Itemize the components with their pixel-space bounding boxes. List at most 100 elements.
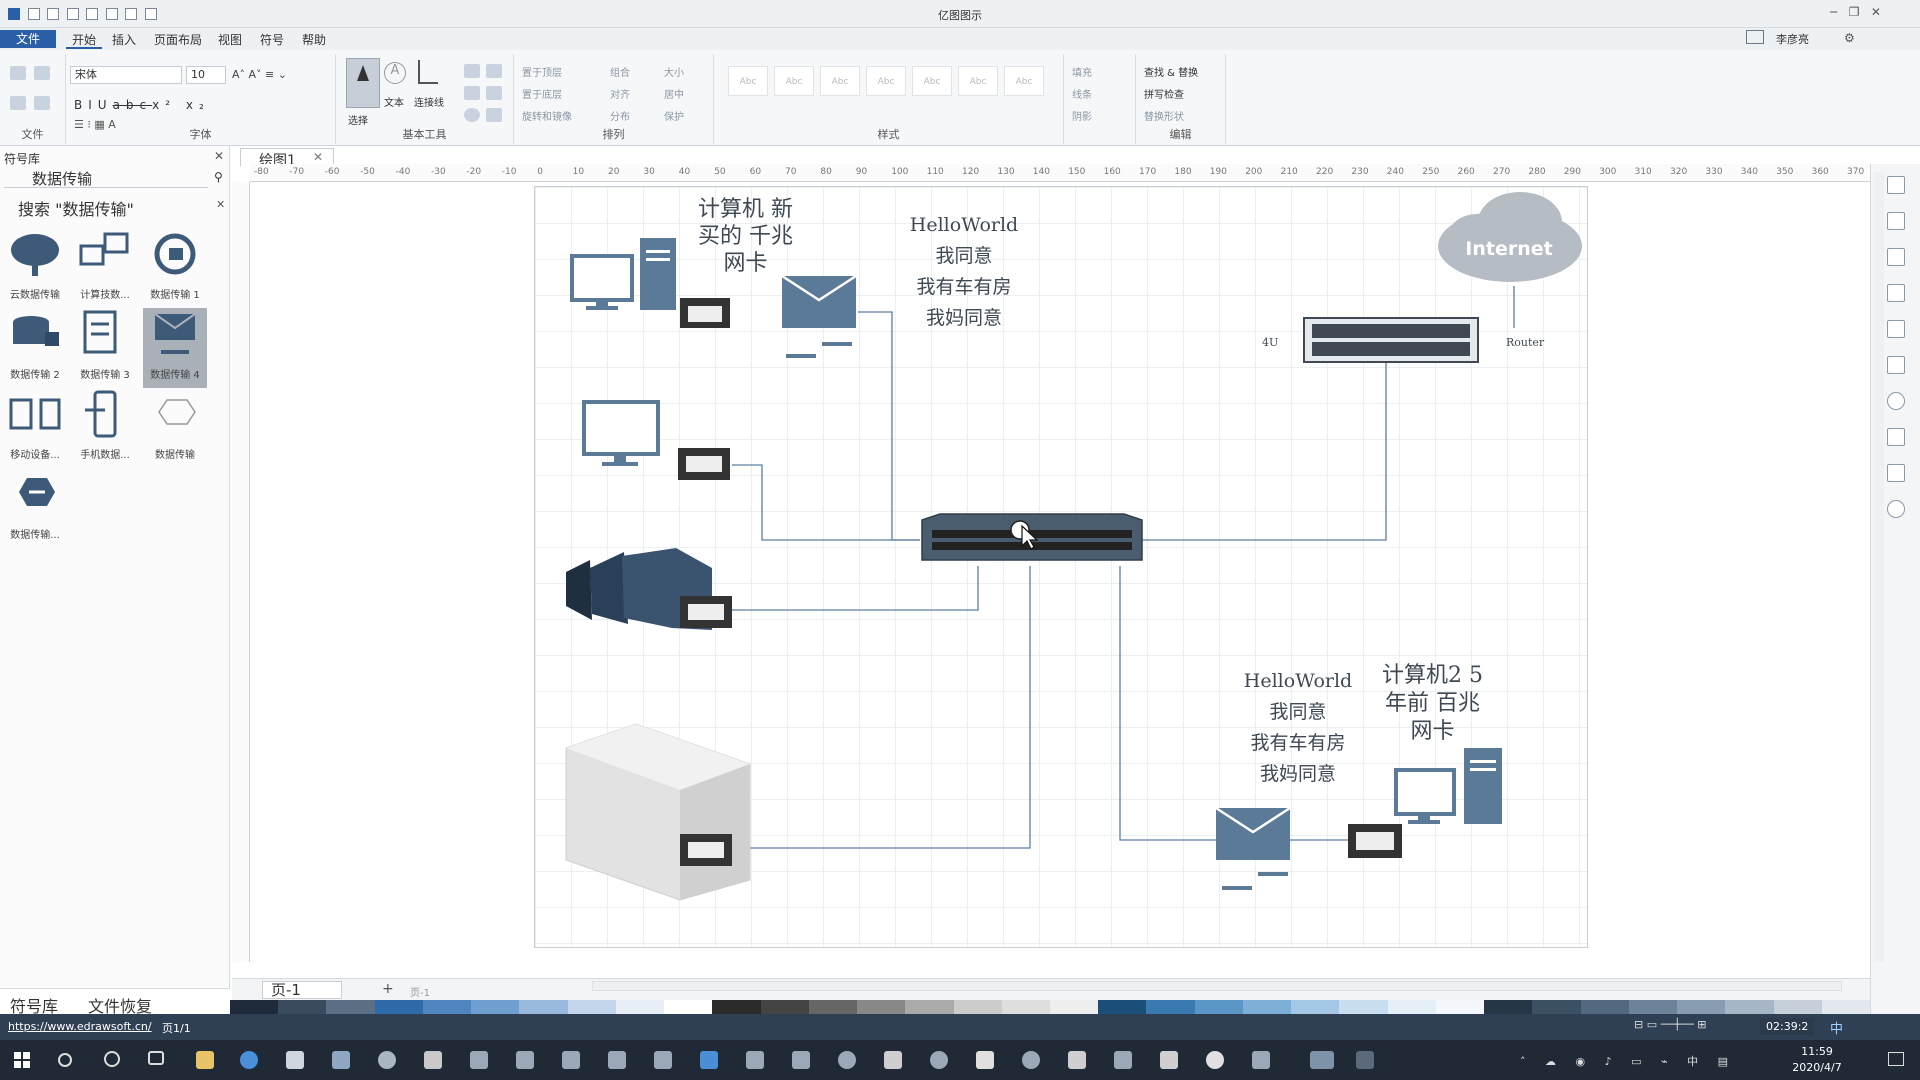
message-1[interactable]: HelloWorld 我同意 我有车有房 我妈同意 xyxy=(900,210,1028,334)
cortana-icon[interactable] xyxy=(104,1051,120,1067)
page-tab[interactable]: 页-1 xyxy=(262,981,342,999)
document-panel-icon[interactable] xyxy=(1887,428,1905,446)
app-icon[interactable] xyxy=(746,1051,764,1069)
app-icon[interactable] xyxy=(1068,1051,1086,1069)
palette-swatch[interactable] xyxy=(1001,1000,1050,1014)
network-card-3[interactable] xyxy=(680,596,732,628)
app-icon[interactable] xyxy=(1022,1051,1040,1069)
palette-swatch[interactable] xyxy=(712,1000,761,1014)
network-card-1[interactable] xyxy=(680,298,730,328)
connector-lines[interactable] xyxy=(732,286,1515,849)
intellij-icon[interactable] xyxy=(516,1051,534,1069)
globe-icon[interactable] xyxy=(1887,392,1905,410)
palette-swatch[interactable] xyxy=(664,1000,713,1014)
palette-swatch[interactable] xyxy=(953,1000,1002,1014)
onenote-icon[interactable] xyxy=(976,1051,994,1069)
palette-swatch[interactable] xyxy=(1291,1000,1340,1014)
app-icon[interactable] xyxy=(1252,1051,1270,1069)
app-icon[interactable] xyxy=(838,1051,856,1069)
app-icon[interactable] xyxy=(378,1051,396,1069)
terminal-icon[interactable] xyxy=(1356,1051,1374,1069)
clock-time[interactable]: 11:59 xyxy=(1782,1045,1852,1058)
line-panel-icon[interactable] xyxy=(1887,212,1905,230)
palette-swatch[interactable] xyxy=(1387,1000,1436,1014)
envelope-2[interactable] xyxy=(1215,806,1291,890)
mail-icon[interactable] xyxy=(332,1051,350,1069)
palette-swatch[interactable] xyxy=(1628,1000,1678,1014)
palette-swatch[interactable] xyxy=(1484,1000,1533,1014)
pc2-caption[interactable]: 计算机2 5 年前 百兆 网卡 xyxy=(1382,662,1483,746)
search-icon[interactable] xyxy=(58,1053,72,1067)
computer-2[interactable] xyxy=(1394,748,1502,824)
palette-swatch[interactable] xyxy=(1821,1000,1870,1014)
excel-icon[interactable] xyxy=(1114,1051,1132,1069)
monitor-2[interactable] xyxy=(582,400,660,466)
clock-date[interactable]: 2020/4/7 xyxy=(1782,1061,1852,1074)
windows-start-icon[interactable] xyxy=(14,1052,30,1068)
palette-swatch[interactable] xyxy=(374,1000,423,1014)
palette-swatch[interactable] xyxy=(1146,1000,1195,1014)
palette-swatch[interactable] xyxy=(808,1000,858,1014)
vertical-scrollbar[interactable] xyxy=(1874,172,1884,962)
message-2[interactable]: HelloWorld 我同意 我有车有房 我妈同意 xyxy=(1234,666,1362,790)
ime-indicator[interactable]: 中 xyxy=(1830,1018,1843,1037)
page-panel-icon[interactable] xyxy=(1887,356,1905,374)
palette-swatch[interactable] xyxy=(1580,1000,1629,1014)
goland-icon[interactable] xyxy=(562,1051,580,1069)
palette-swatch[interactable] xyxy=(1098,1000,1147,1014)
internet-cloud[interactable] xyxy=(1438,192,1582,282)
palette-swatch[interactable] xyxy=(230,1000,279,1014)
palette-swatch[interactable] xyxy=(1435,1000,1485,1014)
palette-swatch[interactable] xyxy=(1677,1000,1726,1014)
pycharm-icon[interactable] xyxy=(608,1051,626,1069)
network-card-5[interactable] xyxy=(1348,824,1402,858)
palette-swatch[interactable] xyxy=(1242,1000,1292,1014)
horizontal-scrollbar[interactable] xyxy=(592,981,1842,991)
palette-swatch[interactable] xyxy=(278,1000,327,1014)
network-card-2[interactable] xyxy=(678,448,730,480)
palette-swatch[interactable] xyxy=(760,1000,809,1014)
app-icon[interactable] xyxy=(1206,1051,1224,1069)
palette-swatch[interactable] xyxy=(1725,1000,1774,1014)
palette-swatch[interactable] xyxy=(1194,1000,1243,1014)
palette-swatch[interactable] xyxy=(905,1000,954,1014)
system-tray[interactable]: ˄ ☁ ◉ ♪ ▭ ⌁ 中 ▤ xyxy=(1520,1053,1736,1069)
help-icon[interactable] xyxy=(1887,500,1905,518)
router-rack[interactable] xyxy=(1303,317,1479,363)
fill-panel-icon[interactable] xyxy=(1887,176,1905,194)
envelope-1[interactable] xyxy=(781,274,857,358)
comment-icon[interactable] xyxy=(1887,464,1905,482)
app-icon[interactable] xyxy=(884,1051,902,1069)
palette-swatch[interactable] xyxy=(1532,1000,1581,1014)
store-icon[interactable] xyxy=(286,1051,304,1069)
computer-1[interactable] xyxy=(570,238,676,310)
palette-swatch[interactable] xyxy=(1049,1000,1099,1014)
app-icon[interactable] xyxy=(930,1051,948,1069)
task-view-icon[interactable] xyxy=(148,1051,164,1065)
storage-chassis[interactable] xyxy=(565,723,751,901)
shadow-panel-icon[interactable] xyxy=(1887,248,1905,266)
palette-swatch[interactable] xyxy=(519,1000,568,1014)
website-link[interactable]: https://www.edrawsoft.cn/ xyxy=(8,1020,152,1033)
datagrip-icon[interactable] xyxy=(470,1051,488,1069)
zoom-slider[interactable]: ⊟ ▭ ──┼── ⊞ xyxy=(1634,1018,1734,1034)
app-icon[interactable] xyxy=(1160,1051,1178,1069)
palette-swatch[interactable] xyxy=(1773,1000,1822,1014)
vscode-icon[interactable] xyxy=(700,1051,718,1069)
palette-swatch[interactable] xyxy=(857,1000,906,1014)
photoshop-icon[interactable] xyxy=(654,1051,672,1069)
wechat-icon[interactable] xyxy=(1310,1051,1334,1069)
palette-swatch[interactable] xyxy=(615,1000,665,1014)
add-page-icon[interactable]: + xyxy=(382,981,394,997)
network-card-4[interactable] xyxy=(680,834,732,866)
file-explorer-icon[interactable] xyxy=(196,1051,214,1069)
notification-icon[interactable] xyxy=(1888,1052,1904,1066)
color-palette[interactable] xyxy=(230,1000,1870,1014)
app-icon[interactable] xyxy=(792,1051,810,1069)
palette-swatch[interactable] xyxy=(1339,1000,1388,1014)
palette-swatch[interactable] xyxy=(326,1000,375,1014)
palette-swatch[interactable] xyxy=(471,1000,520,1014)
app-icon[interactable] xyxy=(424,1051,442,1069)
palette-swatch[interactable] xyxy=(567,1000,616,1014)
layer-panel-icon[interactable] xyxy=(1887,320,1905,338)
